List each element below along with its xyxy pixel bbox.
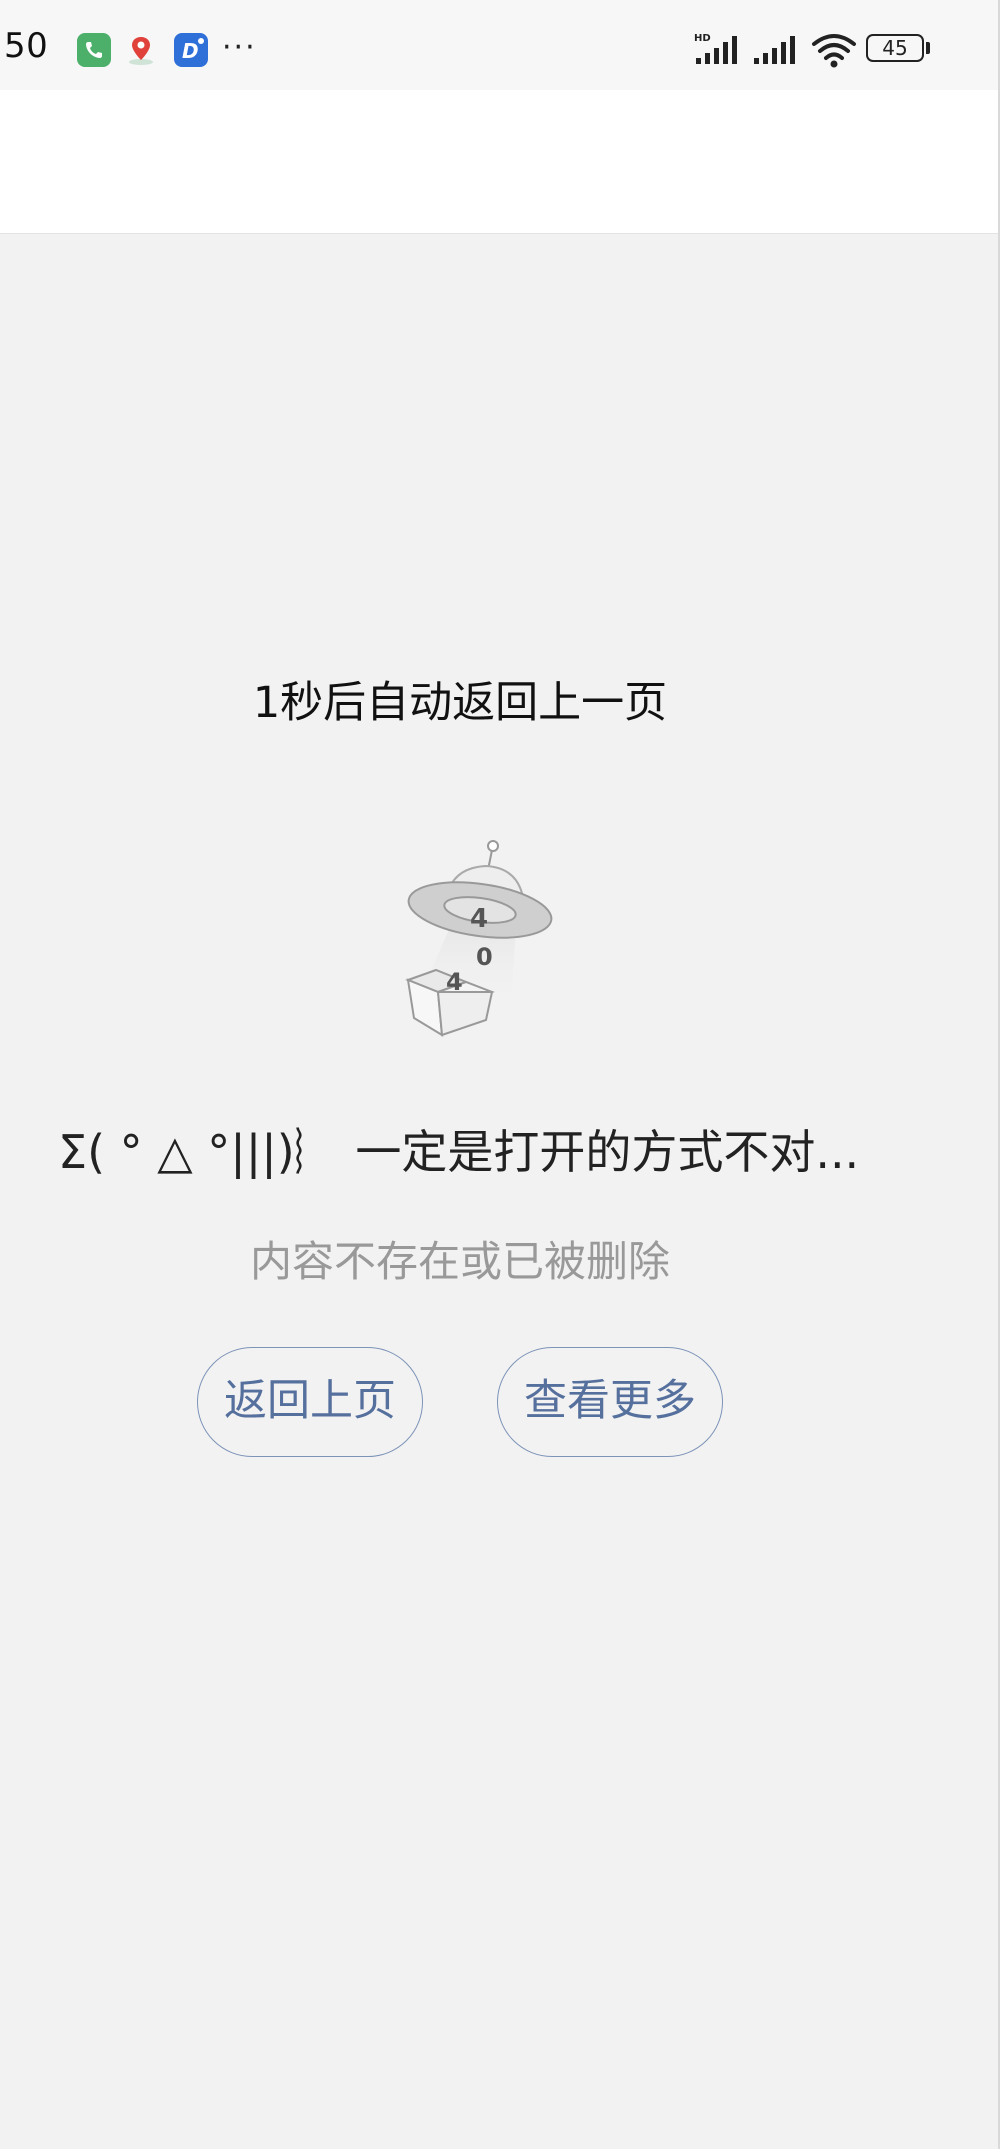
back-to-previous-button[interactable]: 返回上页 [197, 1347, 423, 1457]
error-subtitle: 内容不存在或已被删除 [249, 1237, 670, 1286]
map-pin-icon [124, 33, 158, 67]
more-notifications-indicator: ··· [222, 30, 257, 65]
battery-tip [926, 42, 930, 54]
svg-text:4: 4 [470, 904, 488, 934]
ufo-404-illustration: 4 0 4 [396, 830, 566, 1050]
phone-call-icon [77, 33, 111, 67]
svg-text:HD: HD [694, 33, 711, 44]
signal-hd-icon: HD [694, 32, 744, 66]
view-more-button[interactable]: 查看更多 [497, 1347, 723, 1457]
navigation-bar [0, 90, 1000, 234]
battery-icon: 45 [866, 34, 924, 62]
status-bar: :50 D ··· HD [0, 0, 1000, 90]
svg-text:0: 0 [476, 943, 493, 971]
svg-text:D: D [182, 39, 199, 63]
error-title: Σ( ° △ °|||)︴ 一定是打开的方式不对... [58, 1125, 860, 1179]
d-app-icon: D [174, 33, 208, 67]
signal-icon [752, 32, 802, 66]
status-time: :50 [0, 26, 49, 66]
svg-text:4: 4 [446, 968, 463, 996]
countdown-text: 1秒后自动返回上一页 [252, 678, 668, 728]
wifi-icon [810, 30, 858, 70]
